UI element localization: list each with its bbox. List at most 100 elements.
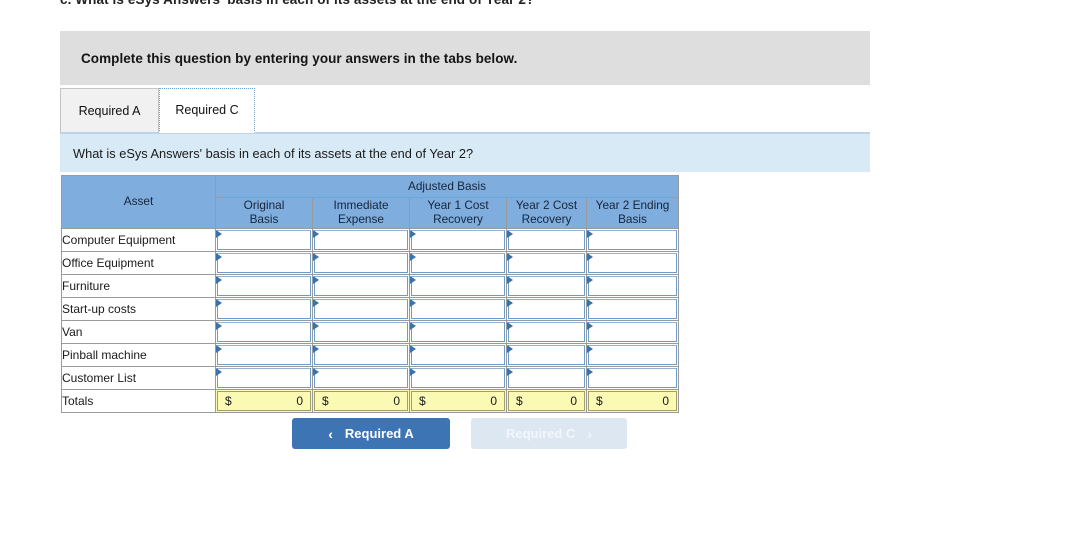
answer-input-cell[interactable]: [312, 297, 410, 321]
row-label-cell: Pinball machine: [61, 343, 216, 367]
cell-input-box[interactable]: [411, 230, 505, 250]
answer-input-cell[interactable]: [409, 297, 507, 321]
answer-input-cell[interactable]: [312, 228, 410, 252]
answer-input-cell[interactable]: [506, 297, 587, 321]
answer-input-cell[interactable]: [506, 228, 587, 252]
answer-input-cell[interactable]: [409, 274, 507, 298]
answer-input-cell[interactable]: [506, 320, 587, 344]
totals-number: 0: [490, 394, 497, 408]
cell-input-box[interactable]: [314, 253, 408, 273]
answer-input-cell[interactable]: [312, 343, 410, 367]
cell-marker-triangle-icon: [313, 345, 319, 353]
answer-input-cell[interactable]: [312, 366, 410, 390]
cell-input-box[interactable]: [411, 368, 505, 388]
cell-input-box[interactable]: [217, 276, 311, 296]
tab-required-c[interactable]: Required C: [159, 88, 255, 133]
cell-input-box[interactable]: [217, 345, 311, 365]
tab-required-a[interactable]: Required A: [60, 88, 159, 133]
header-line-1: Original: [243, 198, 285, 213]
answer-input-cell[interactable]: [409, 228, 507, 252]
cell-input-box[interactable]: [508, 299, 585, 319]
answer-input-cell[interactable]: [215, 274, 313, 298]
totals-number: 0: [296, 394, 303, 408]
answer-input-cell[interactable]: [409, 366, 507, 390]
cell-input-box[interactable]: [588, 276, 677, 296]
cell-input-box[interactable]: [314, 322, 408, 342]
cell-input-box[interactable]: [508, 253, 585, 273]
answer-input-cell[interactable]: [312, 320, 410, 344]
totals-value-box: $0: [217, 391, 311, 411]
prev-required-a-button[interactable]: ‹ Required A: [292, 418, 450, 449]
header-line-2: Expense: [338, 212, 384, 226]
answer-input-cell[interactable]: [409, 251, 507, 275]
cell-input-box[interactable]: [217, 368, 311, 388]
answer-input-cell[interactable]: [312, 251, 410, 275]
cell-marker-triangle-icon: [216, 345, 222, 353]
cell-input-box[interactable]: [217, 299, 311, 319]
answer-input-cell[interactable]: [409, 343, 507, 367]
cell-input-box[interactable]: [588, 253, 677, 273]
answer-input-cell[interactable]: [586, 251, 679, 275]
cell-input-box[interactable]: [508, 368, 585, 388]
answer-input-cell[interactable]: [215, 343, 313, 367]
cell-input-box[interactable]: [588, 230, 677, 250]
answer-input-cell[interactable]: [506, 343, 587, 367]
cell-input-box[interactable]: [217, 322, 311, 342]
answer-input-cell[interactable]: [215, 228, 313, 252]
cell-input-box[interactable]: [314, 276, 408, 296]
answer-input-cell[interactable]: [506, 251, 587, 275]
answer-input-cell[interactable]: [312, 274, 410, 298]
question-banner-text: What is eSys Answers' basis in each of i…: [73, 145, 474, 161]
currency-symbol: $: [516, 394, 523, 408]
currency-symbol: $: [322, 394, 329, 408]
cell-input-box[interactable]: [314, 299, 408, 319]
cell-input-box[interactable]: [411, 253, 505, 273]
cell-input-box[interactable]: [314, 230, 408, 250]
answer-input-cell[interactable]: [409, 320, 507, 344]
cell-input-box[interactable]: [411, 345, 505, 365]
top-question-text: c. What is eSys Answers' basis in each o…: [60, 0, 870, 7]
answer-input-cell[interactable]: [506, 366, 587, 390]
cell-input-box[interactable]: [411, 322, 505, 342]
cell-input-box[interactable]: [508, 276, 585, 296]
table-row: Van: [61, 320, 679, 344]
answer-input-cell[interactable]: [215, 297, 313, 321]
cell-input-box[interactable]: [217, 230, 311, 250]
cell-input-box[interactable]: [588, 299, 677, 319]
cell-input-box[interactable]: [508, 322, 585, 342]
next-required-c-button[interactable]: Required C ›: [471, 418, 627, 449]
cell-marker-triangle-icon: [587, 322, 593, 330]
cell-input-box[interactable]: [588, 345, 677, 365]
cell-input-box[interactable]: [314, 368, 408, 388]
cell-input-box[interactable]: [314, 345, 408, 365]
cell-input-box[interactable]: [411, 299, 505, 319]
cell-marker-triangle-icon: [313, 230, 319, 238]
answer-input-cell[interactable]: [586, 366, 679, 390]
answer-input-cell[interactable]: [506, 274, 587, 298]
answer-input-cell[interactable]: [586, 320, 679, 344]
cell-marker-triangle-icon: [507, 368, 513, 376]
cell-marker-triangle-icon: [216, 299, 222, 307]
cell-input-box[interactable]: [217, 253, 311, 273]
header-line-1: Year 2 Cost: [515, 198, 578, 213]
cell-input-box[interactable]: [508, 345, 585, 365]
answer-input-cell[interactable]: [586, 343, 679, 367]
answer-input-cell[interactable]: [215, 251, 313, 275]
answer-input-cell[interactable]: [215, 366, 313, 390]
answer-input-cell[interactable]: [586, 297, 679, 321]
totals-value-box: $0: [314, 391, 408, 411]
cell-input-box[interactable]: [588, 368, 677, 388]
header-line-1: Year 1 Cost: [427, 198, 489, 213]
question-page: c. What is eSys Answers' basis in each o…: [0, 0, 1067, 555]
answer-input-cell[interactable]: [586, 274, 679, 298]
cell-input-box[interactable]: [508, 230, 585, 250]
cell-input-box[interactable]: [411, 276, 505, 296]
cell-marker-triangle-icon: [313, 253, 319, 261]
cell-marker-triangle-icon: [507, 299, 513, 307]
totals-value-cell: $0: [312, 389, 410, 413]
answer-input-cell[interactable]: [215, 320, 313, 344]
header-year2-cost-recovery: Year 2 Cost Recovery: [506, 197, 587, 229]
table-row: Pinball machine: [61, 343, 679, 367]
answer-input-cell[interactable]: [586, 228, 679, 252]
cell-input-box[interactable]: [588, 322, 677, 342]
